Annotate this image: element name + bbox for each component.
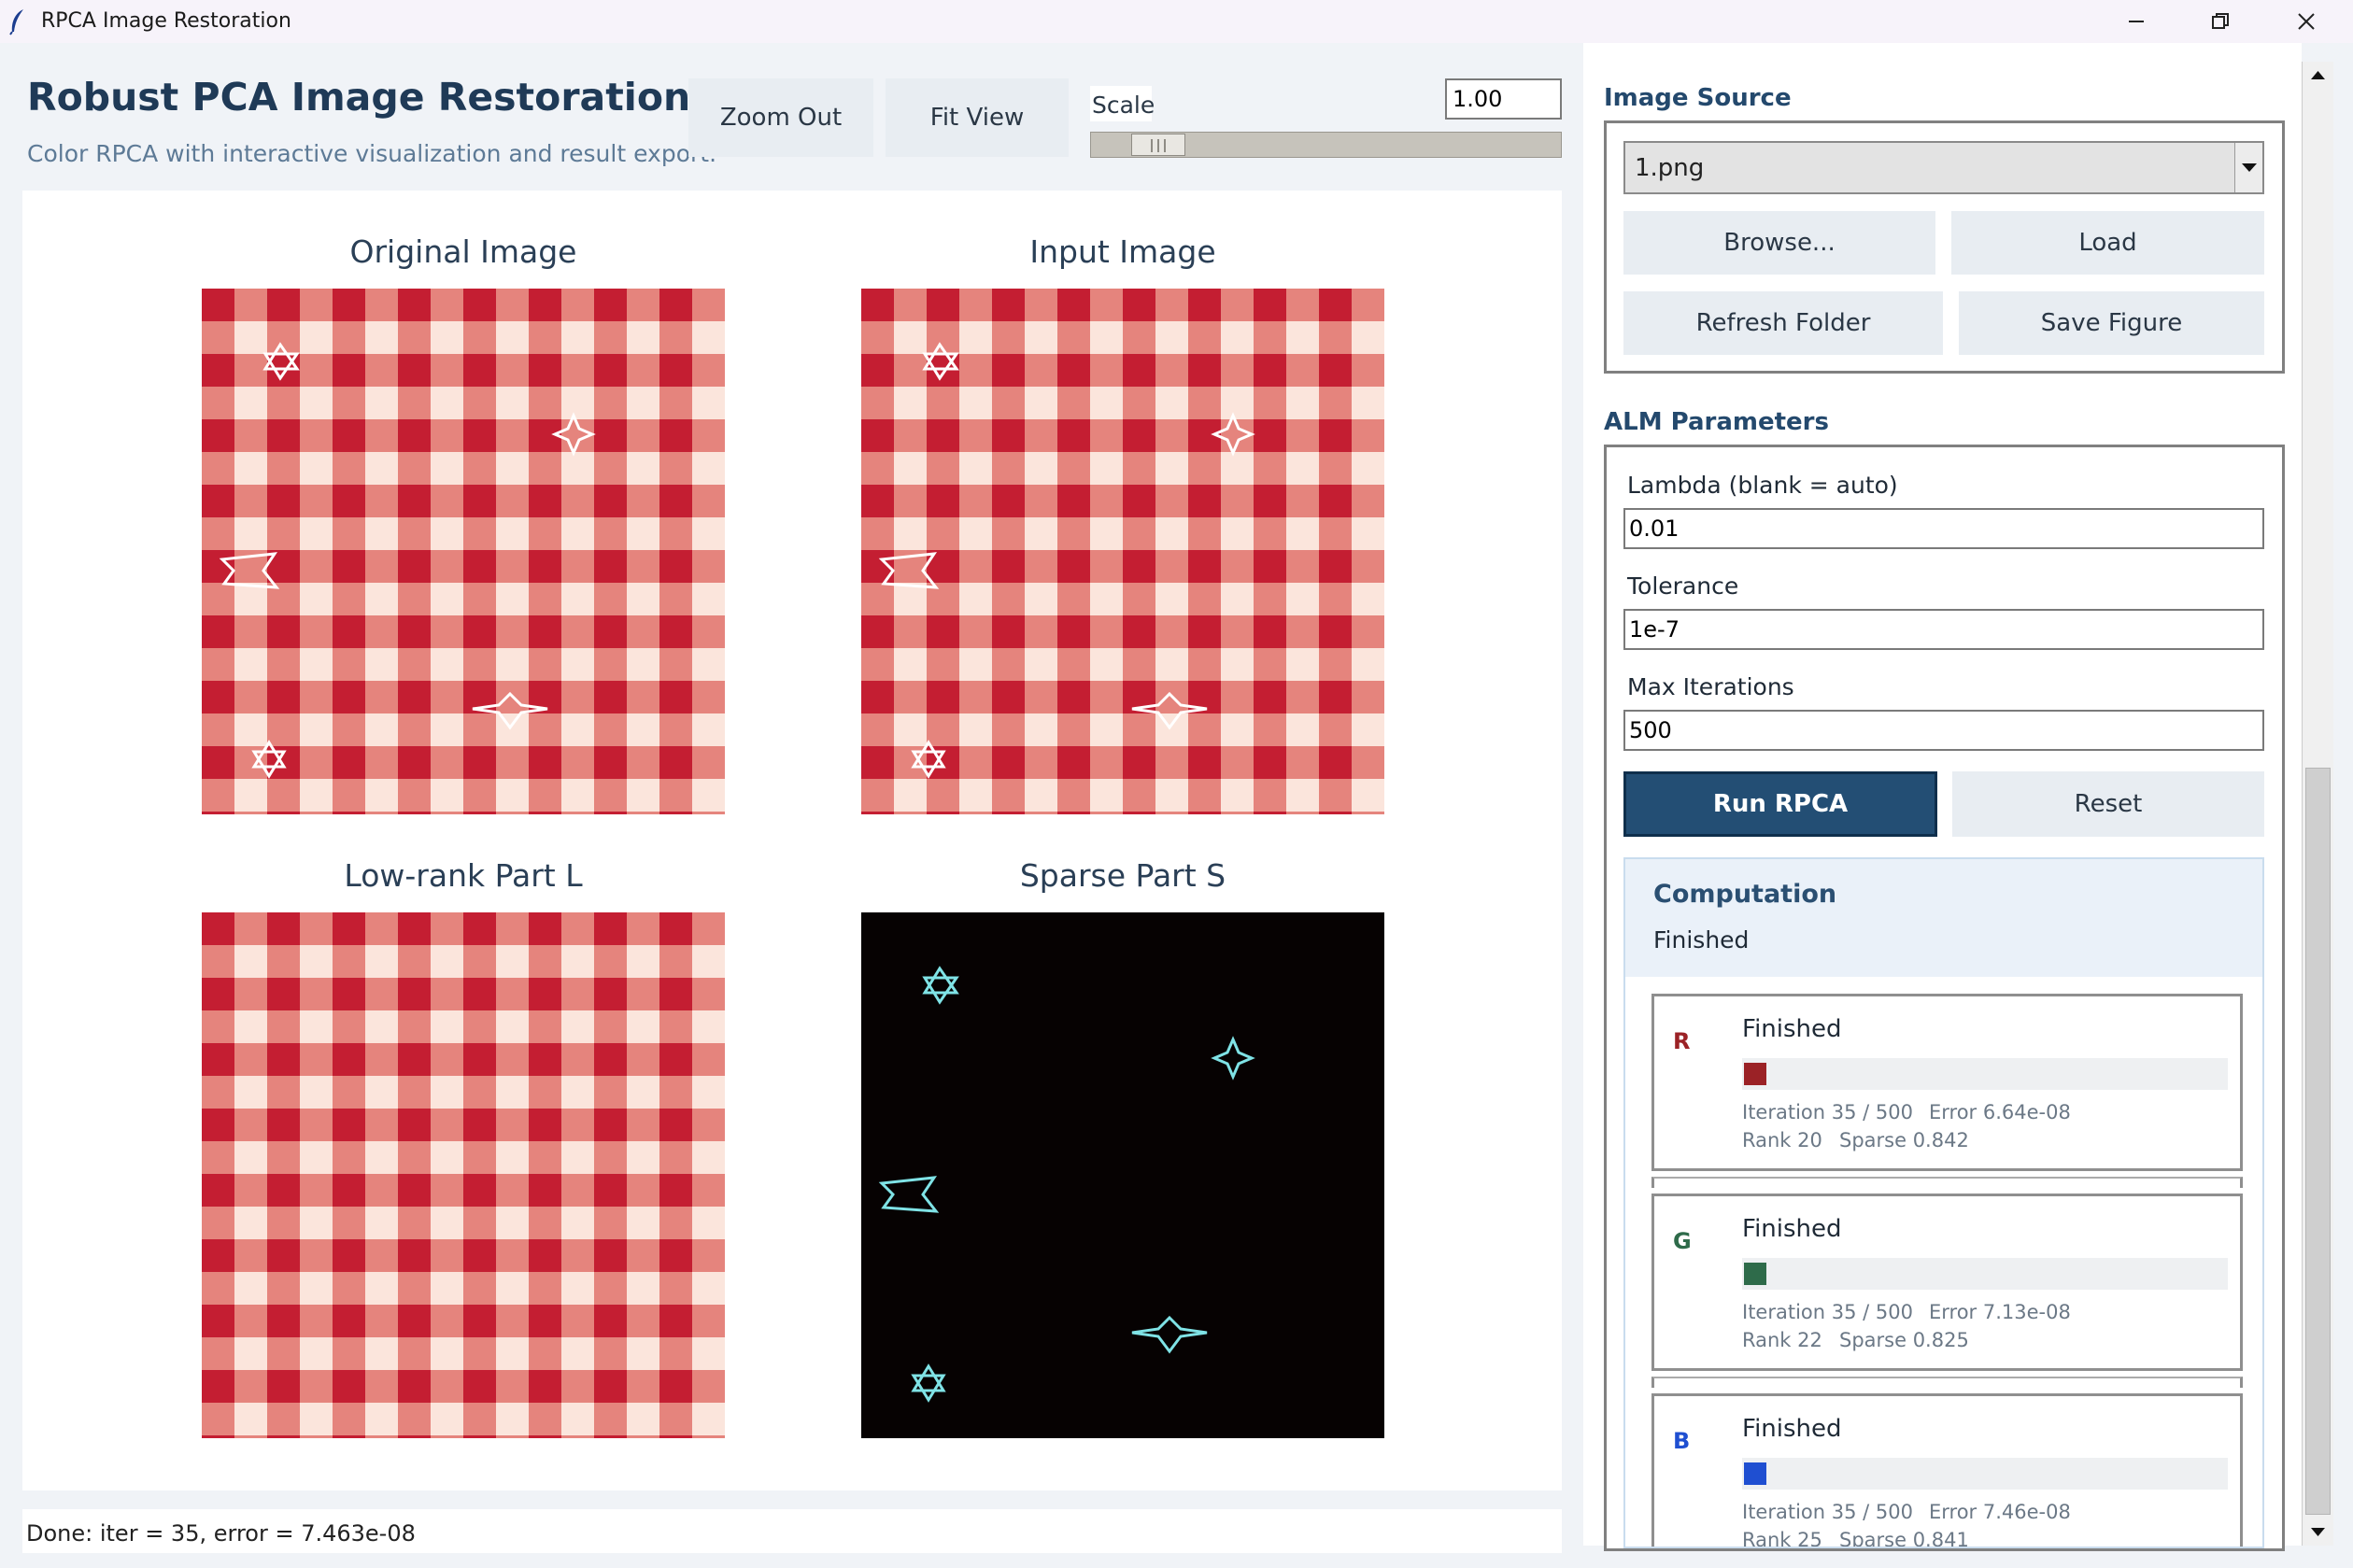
figure-canvas: Original Image Input Image Low-rank Part… xyxy=(22,191,1562,1490)
lambda-label: Lambda (blank = auto) xyxy=(1627,472,1898,499)
feather-app-icon xyxy=(9,9,23,35)
channel-progress-bar xyxy=(1742,1258,2228,1290)
image-select-value: 1.png xyxy=(1635,154,1705,182)
status-bar: Done: iter = 35, error = 7.463e-08 xyxy=(22,1509,1562,1553)
lambda-input[interactable] xyxy=(1623,508,2264,549)
fit-view-button[interactable]: Fit View xyxy=(886,78,1069,157)
channel-status: Finished xyxy=(1742,1215,1842,1243)
channel-swatch xyxy=(1744,1263,1766,1285)
channel-sparse: Sparse 0.842 xyxy=(1839,1129,1969,1151)
channel-error: Error 7.46e-08 xyxy=(1929,1501,2071,1523)
image-select[interactable]: 1.png xyxy=(1623,141,2264,194)
original-image xyxy=(202,289,725,814)
channel-sparse: Sparse 0.825 xyxy=(1839,1329,1969,1351)
page-subtitle: Color RPCA with interactive visualizatio… xyxy=(27,140,717,167)
minimize-button[interactable] xyxy=(2094,0,2178,43)
close-icon xyxy=(2298,13,2315,30)
channel-rank: Rank 20 xyxy=(1742,1129,1822,1151)
channel-status: Finished xyxy=(1742,1415,1842,1443)
scroll-up-button[interactable] xyxy=(2303,62,2333,90)
channel-error: Error 6.64e-08 xyxy=(1929,1101,2071,1123)
channel-divider xyxy=(1651,1177,2243,1188)
channel-sparse: Sparse 0.841 xyxy=(1839,1529,1969,1548)
channel-list: R Finished Iteration 35 / 500 Error 6.64… xyxy=(1625,977,2262,1548)
scale-label: Scale xyxy=(1090,86,1155,121)
restore-button[interactable] xyxy=(2178,0,2262,43)
channel-iteration: Iteration 35 / 500 xyxy=(1742,1301,1913,1323)
channel-status: Finished xyxy=(1742,1015,1842,1043)
channel-rank: Rank 22 xyxy=(1742,1329,1822,1351)
sparse-image xyxy=(861,912,1384,1438)
sparse-title: Sparse Part S xyxy=(1019,857,1226,894)
max-iterations-label: Max Iterations xyxy=(1627,673,1794,700)
channel-error: Error 7.13e-08 xyxy=(1929,1301,2071,1323)
original-image-title: Original Image xyxy=(349,233,577,270)
channel-progress-bar xyxy=(1742,1058,2228,1090)
title-bar: RPCA Image Restoration xyxy=(0,0,2353,43)
computation-status: Finished xyxy=(1653,926,1750,954)
channel-card-g: G Finished Iteration 35 / 500 Error 7.13… xyxy=(1651,1194,2243,1371)
lowrank-image xyxy=(202,912,725,1438)
image-source-label: Image Source xyxy=(1604,84,1792,112)
zoom-out-button[interactable]: Zoom Out xyxy=(688,78,873,157)
computation-panel: Computation Finished R Finished Iteratio… xyxy=(1623,857,2264,1548)
max-iterations-input[interactable] xyxy=(1623,710,2264,751)
arrow-down-icon xyxy=(2311,1528,2325,1536)
page-title: Robust PCA Image Restoration xyxy=(27,75,691,120)
scale-slider[interactable] xyxy=(1090,132,1562,158)
channel-swatch xyxy=(1744,1063,1766,1085)
channel-letter: R xyxy=(1673,1028,1691,1054)
computation-title: Computation xyxy=(1653,880,1837,909)
close-button[interactable] xyxy=(2264,0,2348,43)
scale-input[interactable] xyxy=(1445,78,1562,120)
load-button[interactable]: Load xyxy=(1951,211,2264,275)
chevron-down-icon[interactable] xyxy=(2234,143,2262,192)
input-image-title: Input Image xyxy=(1029,233,1216,270)
channel-iteration: Iteration 35 / 500 xyxy=(1742,1501,1913,1523)
scale-slider-thumb[interactable] xyxy=(1131,134,1185,156)
save-figure-button[interactable]: Save Figure xyxy=(1959,291,2264,355)
main-area: Robust PCA Image Restoration Color RPCA … xyxy=(0,43,1583,1568)
channel-letter: B xyxy=(1673,1428,1691,1454)
scroll-down-button[interactable] xyxy=(2303,1518,2333,1546)
input-image xyxy=(861,289,1384,814)
scrollbar-thumb[interactable] xyxy=(2305,768,2331,1515)
browse-button[interactable]: Browse... xyxy=(1623,211,1935,275)
window-title: RPCA Image Restoration xyxy=(41,9,291,33)
restore-icon xyxy=(2212,13,2229,29)
run-rpca-button[interactable]: Run RPCA xyxy=(1623,771,1937,837)
channel-card-b: B Finished Iteration 35 / 500 Error 7.46… xyxy=(1651,1393,2243,1548)
alm-parameters-label: ALM Parameters xyxy=(1604,408,1829,436)
channel-progress-bar xyxy=(1742,1458,2228,1490)
channel-letter: G xyxy=(1673,1228,1692,1254)
channel-iteration: Iteration 35 / 500 xyxy=(1742,1101,1913,1123)
lowrank-title: Low-rank Part L xyxy=(344,857,583,894)
channel-rank: Rank 25 xyxy=(1742,1529,1822,1548)
channel-divider xyxy=(1651,1377,2243,1388)
minimize-icon xyxy=(2129,21,2144,22)
refresh-folder-button[interactable]: Refresh Folder xyxy=(1623,291,1943,355)
arrow-up-icon xyxy=(2311,71,2325,79)
tolerance-label: Tolerance xyxy=(1627,572,1739,600)
reset-button[interactable]: Reset xyxy=(1952,771,2264,837)
channel-swatch xyxy=(1744,1462,1766,1485)
channel-card-r: R Finished Iteration 35 / 500 Error 6.64… xyxy=(1651,994,2243,1171)
tolerance-input[interactable] xyxy=(1623,609,2264,650)
side-scrollbar[interactable] xyxy=(2302,62,2333,1546)
